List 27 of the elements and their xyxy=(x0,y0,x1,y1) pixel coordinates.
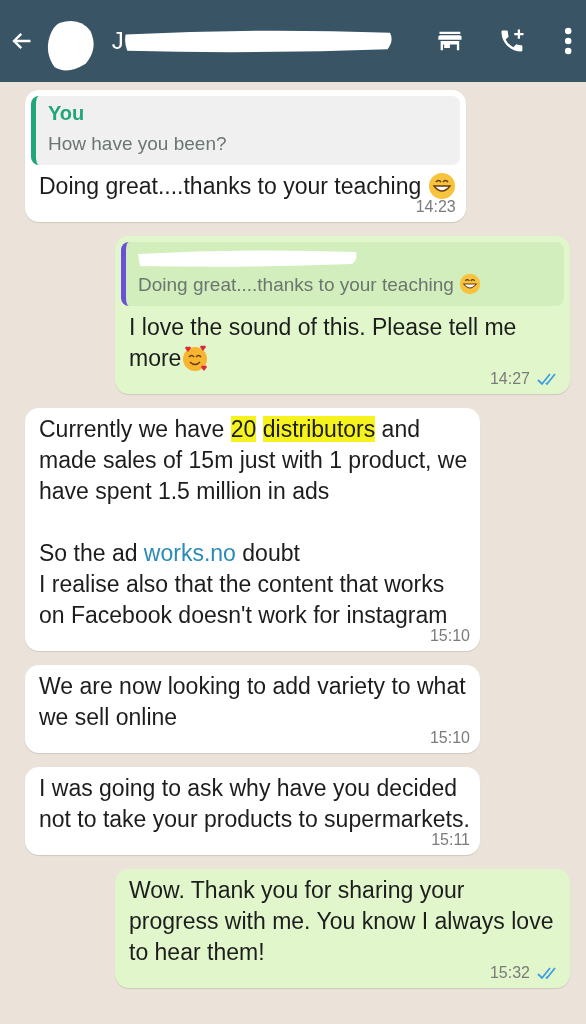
message-time: 15:32 xyxy=(489,964,530,982)
message-bubble[interactable]: I was going to ask why have you decided not to take your products to supermarkets. 15:11 xyxy=(25,767,480,855)
message-time: 15:11 xyxy=(431,831,470,849)
message-text: Currently we have 20 distributors and made sales of 15m just with 1 product, we have spent 1.5 million in ads So the ad works.no doubt I realise also that the content that works on Facebook doesn't work for instagram xyxy=(39,415,468,630)
message-text: We are now looking to add variety to what we sell online xyxy=(39,672,467,731)
message-bubble[interactable]: Doing great....thanks to your teaching I love the sound of this. Please tell me more 14:27 xyxy=(115,236,570,394)
message-text: I love the sound of this. Please tell me more xyxy=(129,313,518,372)
message-bubble[interactable] xyxy=(25,408,480,651)
quoted-message[interactable]: Doing great....thanks to your teaching xyxy=(121,242,564,306)
message-text: I was going to ask why have you decided not to take your products to supermarkets. xyxy=(39,774,470,834)
quoted-text: Doing great....thanks to your teaching xyxy=(138,272,550,298)
link[interactable]: works.no xyxy=(143,540,236,566)
message-bubble[interactable]: You How have you been? Doing great....thanks to your teaching 14:23 xyxy=(25,90,466,222)
message-time: 14:23 xyxy=(415,198,456,216)
smiling-face-with-hearts-icon xyxy=(181,344,210,372)
quote-author: You xyxy=(48,102,86,125)
grinning-face-icon xyxy=(459,273,482,295)
quoted-text: How have you been? xyxy=(48,132,228,156)
message-time: 15:10 xyxy=(429,627,470,645)
quoted-message[interactable]: You How have you been? xyxy=(31,96,460,165)
message-time: 15:10 xyxy=(429,729,470,747)
message-time: 14:27 xyxy=(489,370,530,388)
grinning-face-icon xyxy=(427,172,456,200)
message-bubble[interactable]: Wow. Thank you for sharing your progress with me. You know I always love to hear them! 15:32 xyxy=(115,869,570,988)
message-text: Wow. Thank you for sharing your progress with me. You know I always love to hear them! xyxy=(129,876,555,966)
contact-name[interactable]: J xyxy=(111,27,124,55)
message-bubble[interactable]: We are now looking to add variety to what we sell online 15:10 xyxy=(25,665,480,753)
